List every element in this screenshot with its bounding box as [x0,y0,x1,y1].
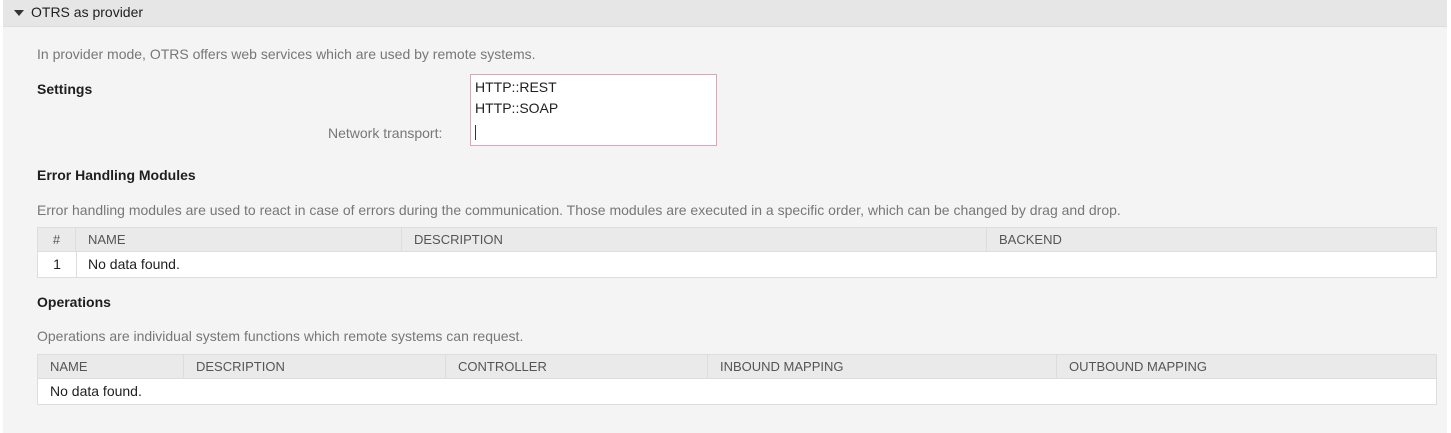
operations-description: Operations are individual system functio… [37,328,524,344]
triangle-down-icon[interactable] [14,10,24,16]
table-row-empty-message: No data found. [88,256,180,272]
column-header-outbound-mapping[interactable]: OUTBOUND MAPPING [1057,355,1436,379]
operations-table: NAME DESCRIPTION CONTROLLER INBOUND MAPP… [37,354,1437,405]
column-header-name[interactable]: NAME [38,355,184,379]
settings-heading: Settings [37,81,93,97]
widget-header[interactable]: OTRS as provider [3,0,1447,27]
otrs-provider-widget: OTRS as provider In provider mode, OTRS … [3,0,1447,433]
widget-title: OTRS as provider [31,4,144,20]
error-handling-table: # NAME DESCRIPTION BACKEND 1 No data fou… [37,227,1437,278]
network-transport-select[interactable]: HTTP::REST HTTP::SOAP [470,74,717,146]
error-handling-table-header: # NAME DESCRIPTION BACKEND [38,228,1436,252]
table-row-index: 1 [53,256,61,272]
operations-heading: Operations [37,294,111,310]
column-header-description[interactable]: DESCRIPTION [184,355,446,379]
column-header-description[interactable]: DESCRIPTION [402,228,987,252]
provider-description: In provider mode, OTRS offers web servic… [37,46,536,62]
column-header-index[interactable]: # [38,228,76,252]
column-header-name[interactable]: NAME [76,228,402,252]
error-handling-heading: Error Handling Modules [37,167,196,183]
column-header-inbound-mapping[interactable]: INBOUND MAPPING [708,355,1057,379]
operations-table-header: NAME DESCRIPTION CONTROLLER INBOUND MAPP… [38,355,1436,379]
network-transport-label: Network transport: [328,125,443,141]
text-caret [475,125,476,140]
error-handling-description: Error handling modules are used to react… [37,202,1121,218]
table-row-empty-message: No data found. [50,383,142,399]
network-transport-option-soap[interactable]: HTTP::SOAP [475,100,558,116]
network-transport-option-rest[interactable]: HTTP::REST [475,79,557,95]
column-header-controller[interactable]: CONTROLLER [446,355,708,379]
column-header-backend[interactable]: BACKEND [987,228,1436,252]
